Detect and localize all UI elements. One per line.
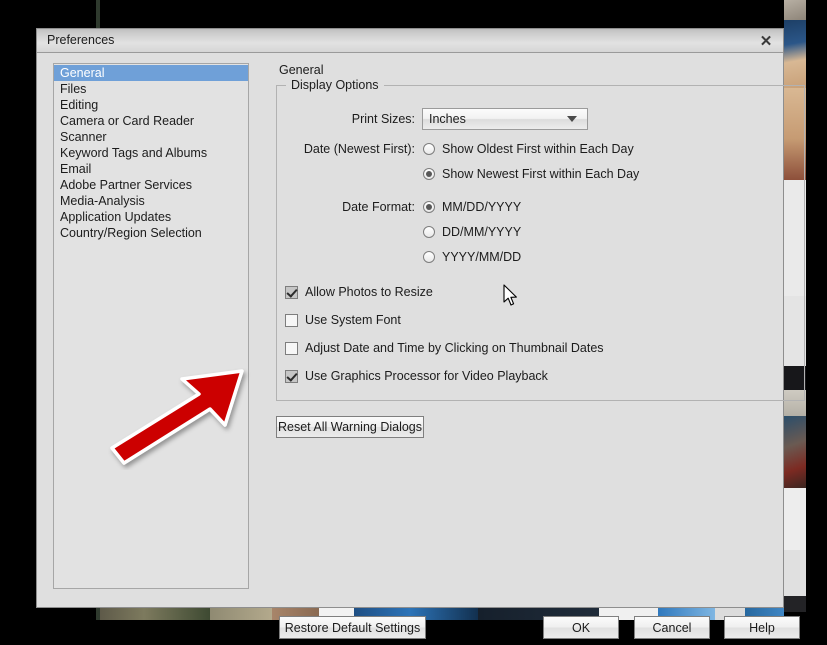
date-format-label: Date Format:: [342, 200, 415, 214]
dialog-titlebar[interactable]: Preferences ✕: [37, 29, 783, 53]
sidebar-item-files[interactable]: Files: [54, 81, 248, 97]
photo-thumbnail: [784, 596, 806, 612]
print-sizes-label-row: Print Sizes:: [277, 108, 415, 130]
sidebar-item-label: Country/Region Selection: [60, 226, 202, 240]
dialog-body: General Files Editing Camera or Card Reader…: [37, 53, 805, 639]
chevron-down-icon: [567, 116, 577, 122]
sidebar-item-application-updates[interactable]: Application Updates: [54, 209, 248, 225]
radio-date-order-oldest[interactable]: [423, 143, 435, 155]
checkbox-row-use-graphics-processor[interactable]: Use Graphics Processor for Video Playbac…: [285, 369, 548, 383]
group-legend: Display Options: [286, 78, 384, 92]
radio-label-date-order-newest: Show Newest First within Each Day: [442, 167, 640, 181]
sidebar-item-label: Editing: [60, 98, 99, 112]
sidebar-item-label: Camera or Card Reader: [60, 114, 195, 128]
sidebar-item-media-analysis[interactable]: Media-Analysis: [54, 193, 248, 209]
photo-thumbnail: [210, 608, 272, 620]
print-sizes-label: Print Sizes:: [351, 112, 415, 126]
ok-button[interactable]: OK: [543, 616, 619, 639]
sidebar-item-email[interactable]: Email: [54, 161, 248, 177]
sidebar-item-label: General: [60, 66, 105, 80]
radio-date-format-mmddyyyy[interactable]: [423, 201, 435, 213]
sidebar-item-label: Files: [60, 82, 87, 96]
dialog-title: Preferences: [47, 33, 115, 47]
preferences-category-list[interactable]: General Files Editing Camera or Card Reader…: [53, 63, 249, 589]
sidebar-item-label: Application Updates: [60, 210, 172, 224]
checkbox-allow-photos-to-resize[interactable]: [285, 285, 298, 299]
checkbox-label-allow-photos-to-resize: Allow Photos to Resize: [305, 285, 433, 299]
radio-label-date-order-oldest: Show Oldest First within Each Day: [442, 142, 634, 156]
checkbox-row-use-system-font[interactable]: Use System Font: [285, 313, 401, 327]
photo-thumbnail: [784, 20, 806, 88]
sidebar-item-label: Keyword Tags and Albums: [60, 146, 208, 160]
checkbox-label-use-system-font: Use System Font: [305, 313, 401, 327]
print-sizes-select[interactable]: Inches: [422, 108, 588, 130]
checkbox-label-use-graphics-processor: Use Graphics Processor for Video Playbac…: [305, 369, 548, 383]
reset-all-warning-dialogs-button[interactable]: Reset All Warning Dialogs: [276, 416, 424, 438]
preferences-dialog: Preferences ✕ General Files Editing Camera …: [36, 28, 805, 639]
radio-label-date-format-ddmmyyyy: DD/MM/YYYY: [442, 225, 522, 239]
photo-thumbnail: [784, 488, 806, 550]
checkbox-use-system-font[interactable]: [285, 313, 298, 327]
sidebar-item-label: Scanner: [60, 130, 107, 144]
restore-default-settings-button[interactable]: Restore Default Settings: [279, 616, 426, 639]
sidebar-item-label: Email: [60, 162, 92, 176]
photo-thumbnail: [100, 608, 211, 620]
cancel-button[interactable]: Cancel: [634, 616, 710, 639]
radio-date-format-ddmmyyyy[interactable]: [423, 226, 435, 238]
checkbox-row-adjust-date-and-time[interactable]: Adjust Date and Time by Clicking on Thum…: [285, 341, 604, 355]
sidebar-item-adobe-partner-services[interactable]: Adobe Partner Services: [54, 177, 248, 193]
sidebar-item-scanner[interactable]: Scanner: [54, 129, 248, 145]
date-order-row-1: Date (Newest First): Show Oldest First w…: [277, 142, 634, 156]
radio-label-date-format-yyyymmdd: YYYY/MM/DD: [442, 250, 522, 264]
photo-thumbnail: [784, 416, 806, 488]
date-format-row-3: YYYY/MM/DD: [277, 250, 521, 264]
radio-label-date-format-mmddyyyy: MM/DD/YYYY: [442, 200, 522, 214]
photo-thumbnail: [784, 0, 806, 20]
page-title: General: [279, 63, 324, 77]
checkbox-row-allow-photos-to-resize[interactable]: Allow Photos to Resize: [285, 285, 433, 299]
checkbox-use-graphics-processor[interactable]: [285, 369, 298, 383]
sidebar-item-general[interactable]: General: [54, 65, 248, 81]
sidebar-item-camera-or-card-reader[interactable]: Camera or Card Reader: [54, 113, 248, 129]
date-order-row-2: Show Newest First within Each Day: [277, 167, 639, 181]
photo-thumbnail: [784, 550, 806, 596]
checkbox-adjust-date-and-time[interactable]: [285, 341, 298, 355]
sidebar-item-label: Media-Analysis: [60, 194, 145, 208]
date-format-row-1: Date Format: MM/DD/YYYY: [277, 200, 521, 214]
help-button[interactable]: Help: [724, 616, 800, 639]
preferences-content-pane: General Display Options Print Sizes: Inc…: [263, 63, 805, 597]
date-order-label: Date (Newest First):: [303, 142, 415, 156]
date-format-row-2: DD/MM/YYYY: [277, 225, 521, 239]
sidebar-item-keyword-tags-and-albums[interactable]: Keyword Tags and Albums: [54, 145, 248, 161]
checkbox-label-adjust-date-and-time: Adjust Date and Time by Clicking on Thum…: [305, 341, 604, 355]
sidebar-item-editing[interactable]: Editing: [54, 97, 248, 113]
display-options-group: Display Options Print Sizes: Inches Date…: [276, 78, 805, 401]
radio-date-order-newest[interactable]: [423, 168, 435, 180]
print-sizes-value: Inches: [429, 112, 466, 126]
radio-date-format-yyyymmdd[interactable]: [423, 251, 435, 263]
close-icon[interactable]: ✕: [755, 31, 777, 51]
sidebar-item-country-region-selection[interactable]: Country/Region Selection: [54, 225, 248, 241]
sidebar-item-label: Adobe Partner Services: [60, 178, 193, 192]
